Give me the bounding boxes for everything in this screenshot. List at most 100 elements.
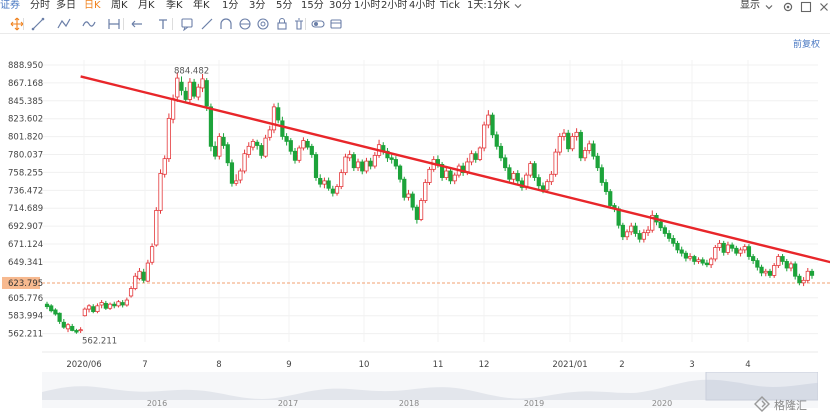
candle[interactable] (78, 327, 83, 333)
candle[interactable] (234, 174, 239, 186)
delete-tool-icon[interactable] (292, 17, 306, 31)
candle[interactable] (133, 272, 138, 291)
candle[interactable] (595, 152, 600, 171)
candle[interactable] (767, 268, 773, 278)
period-tab[interactable]: 5分 (276, 0, 292, 12)
period-tab[interactable]: 日K (84, 0, 101, 12)
candle[interactable] (397, 164, 403, 183)
candle[interactable] (44, 301, 50, 310)
arrow-tool-icon[interactable] (130, 17, 144, 31)
move-tool-icon[interactable] (10, 17, 24, 31)
candle[interactable] (368, 157, 373, 170)
candle[interactable] (801, 277, 806, 287)
candle[interactable] (688, 253, 693, 261)
candle[interactable] (221, 133, 226, 149)
candle[interactable] (444, 167, 449, 181)
period-tab[interactable]: 1小时 (354, 0, 380, 12)
candle[interactable] (700, 257, 705, 266)
candle[interactable] (414, 204, 419, 224)
candle[interactable] (103, 300, 108, 310)
candle[interactable] (318, 174, 323, 188)
candle[interactable] (738, 247, 743, 257)
candle[interactable] (158, 169, 163, 214)
candle[interactable] (225, 142, 230, 167)
candle[interactable] (339, 169, 344, 190)
candle[interactable] (507, 164, 512, 183)
candle[interactable] (271, 103, 277, 134)
candle[interactable] (582, 147, 588, 162)
candle[interactable] (709, 257, 714, 269)
candle[interactable] (624, 229, 630, 241)
candle[interactable] (591, 140, 596, 160)
period-tab[interactable]: 15分 (301, 0, 324, 12)
candle[interactable] (49, 304, 54, 313)
candle[interactable] (410, 191, 415, 211)
candlestick-chart[interactable]: 888.950 867.168 845.385 823.602 801.820 780.0… (0, 40, 830, 372)
candle[interactable] (301, 137, 306, 151)
candle[interactable] (566, 129, 571, 153)
candle[interactable] (192, 78, 197, 99)
candle[interactable] (532, 161, 537, 181)
candle[interactable] (557, 133, 562, 156)
candle[interactable] (645, 226, 651, 236)
period-tab[interactable]: 4小时 (409, 0, 435, 12)
candle[interactable] (423, 179, 428, 204)
candle[interactable] (149, 243, 155, 265)
candle[interactable] (91, 304, 96, 314)
close-icon[interactable] (818, 1, 830, 13)
candle[interactable] (120, 300, 125, 308)
candle[interactable] (528, 161, 533, 178)
comment-tool-icon[interactable] (180, 17, 194, 31)
candle[interactable] (608, 189, 613, 209)
candle[interactable] (74, 328, 79, 334)
toggle-tool-icon[interactable] (311, 17, 325, 31)
candle[interactable] (788, 261, 794, 272)
candle[interactable] (305, 138, 310, 150)
candle[interactable] (641, 229, 646, 243)
candle[interactable] (473, 151, 478, 163)
candle[interactable] (200, 73, 205, 93)
candle[interactable] (637, 230, 642, 243)
candle[interactable] (213, 141, 218, 160)
candle[interactable] (666, 230, 672, 242)
candle[interactable] (477, 146, 483, 162)
candle[interactable] (313, 152, 319, 181)
candle[interactable] (780, 254, 785, 265)
period-tab[interactable]: 30分 (329, 0, 352, 12)
candle[interactable] (482, 121, 487, 152)
candle[interactable] (418, 198, 424, 222)
candle[interactable] (229, 159, 235, 187)
candle[interactable] (809, 268, 815, 279)
period-tab[interactable]: 周K (111, 0, 128, 12)
candle[interactable] (742, 244, 747, 254)
candle[interactable] (696, 257, 701, 264)
candle[interactable] (448, 168, 453, 185)
candle[interactable] (351, 152, 356, 171)
candle[interactable] (255, 139, 260, 150)
candle[interactable] (99, 300, 104, 309)
candle[interactable] (70, 323, 75, 332)
candle[interactable] (86, 304, 92, 313)
candle[interactable] (570, 133, 575, 152)
candle[interactable] (519, 177, 525, 191)
candle[interactable] (662, 225, 667, 237)
candle[interactable] (713, 244, 718, 262)
candle[interactable] (175, 72, 180, 102)
range-tool-icon[interactable] (107, 17, 121, 31)
candle[interactable] (553, 148, 558, 177)
candle[interactable] (490, 112, 495, 139)
candle[interactable] (671, 235, 676, 247)
arc-tool-icon[interactable] (219, 17, 233, 31)
candle[interactable] (65, 323, 71, 333)
period-tab[interactable]: 多日 (56, 0, 76, 12)
candle[interactable] (263, 134, 268, 158)
navigator-overview[interactable]: 2016 2017 2018 2019 2020 (42, 372, 818, 408)
candle[interactable] (599, 164, 604, 186)
candle[interactable] (603, 179, 609, 195)
candle[interactable] (498, 143, 504, 162)
candle[interactable] (461, 162, 466, 176)
candle[interactable] (154, 207, 159, 247)
candle[interactable] (204, 78, 209, 111)
candle[interactable] (259, 143, 264, 159)
period-tab[interactable]: 分时 (30, 0, 50, 12)
